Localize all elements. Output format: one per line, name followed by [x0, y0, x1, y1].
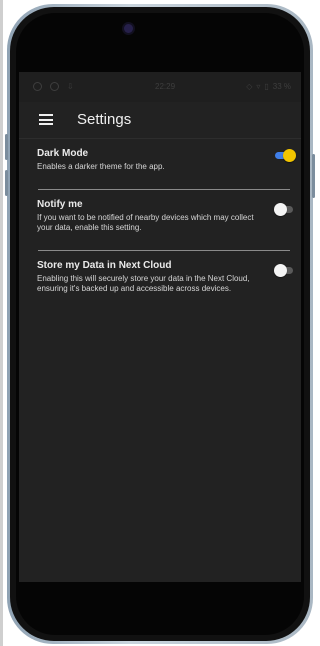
download-icon: ⇩ [67, 82, 74, 91]
battery-icon: ▯ [264, 82, 269, 91]
power-button [312, 154, 315, 198]
toggle-thumb [274, 203, 287, 216]
alarm-icon [50, 82, 59, 91]
setting-description: Enables a darker theme for the app. [37, 162, 165, 171]
wifi-icon: ▿ [256, 82, 261, 91]
setting-next-cloud: Store my Data in Next Cloud Enabling thi… [19, 251, 301, 294]
setting-dark-mode: Dark Mode Enables a darker theme for the… [19, 139, 301, 172]
dark-mode-toggle[interactable] [275, 149, 296, 163]
setting-description: Enabling this will securely store your d… [37, 274, 250, 293]
setting-notify-me: Notify me If you want to be notified of … [19, 190, 301, 233]
vibrate-icon: ◇ [246, 82, 253, 91]
app-bar: Settings [19, 102, 301, 139]
app-screen: ⇩ 22:29 ◇ ▿ ▯ 33 % Settings Dark Mode En… [19, 72, 301, 582]
hamburger-menu-icon[interactable] [39, 114, 53, 125]
battery-level: 33 % [272, 82, 291, 91]
setting-title: Dark Mode [37, 148, 89, 159]
status-bar: ⇩ 22:29 ◇ ▿ ▯ 33 % [19, 72, 301, 102]
volume-button [5, 170, 8, 196]
status-icons-right: ◇ ▿ ▯ 33 % [246, 82, 291, 91]
next-cloud-toggle[interactable] [274, 264, 295, 278]
setting-title: Notify me [37, 199, 83, 210]
setting-description: If you want to be notified of nearby dev… [37, 213, 254, 232]
page-title: Settings [77, 111, 132, 128]
status-icons-left: ⇩ [33, 82, 74, 91]
front-camera-icon [124, 24, 133, 33]
notify-me-toggle[interactable] [274, 203, 295, 217]
status-time: 22:29 [155, 82, 176, 91]
toggle-thumb [283, 149, 296, 162]
toggle-thumb [274, 264, 287, 277]
volume-button [5, 134, 8, 160]
notification-icon [33, 82, 42, 91]
window-edge [0, 0, 3, 646]
setting-title: Store my Data in Next Cloud [37, 260, 172, 271]
